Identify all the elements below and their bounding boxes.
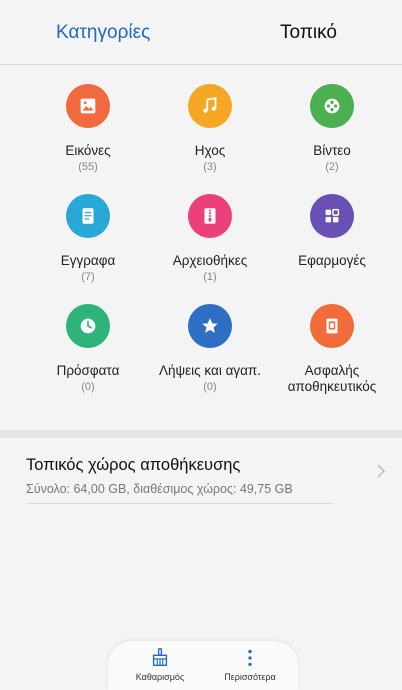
category-images[interactable]: Εικόνες (55) — [21, 84, 155, 174]
category-documents[interactable]: Εγγραφα (7) — [21, 194, 155, 284]
tab-local[interactable]: Τοπικό — [280, 22, 337, 44]
category-label: Βίντεο — [313, 143, 351, 158]
category-apps[interactable]: Εφαρμογές — [265, 194, 399, 270]
category-label: Εικόνες — [65, 143, 111, 158]
archive-icon — [188, 194, 232, 238]
category-count: (7) — [81, 271, 95, 283]
clean-button[interactable]: Καθαρισμός — [120, 647, 200, 682]
clean-label: Καθαρισμός — [135, 672, 185, 682]
category-label: Ασφαλής αποθηκευτικός — [287, 363, 377, 394]
category-count: (1) — [203, 271, 217, 283]
category-count: (2) — [325, 161, 339, 173]
category-downloads-favorites[interactable]: Λήψεις και αγαπ. (0) — [143, 304, 277, 394]
tab-categories[interactable]: Κατηγορίες — [56, 22, 150, 44]
bottom-action-bar: Καθαρισμός Περισσότερα — [108, 641, 298, 690]
category-grid: Εικόνες (55) Ηχος (3) Βίντεο (2) Εγγραφα… — [0, 64, 402, 430]
storage-title: Τοπικός χώρος αποθήκευσης — [26, 456, 241, 474]
more-label: Περισσότερα — [224, 672, 276, 682]
local-storage-row[interactable]: Τοπικός χώρος αποθήκευσης Σύνολο: 64,00 … — [0, 438, 402, 504]
safe-icon — [310, 304, 354, 348]
category-label: Αρχειοθήκες — [172, 253, 248, 268]
category-count: (3) — [203, 161, 217, 173]
broom-icon — [152, 648, 168, 667]
row-divider — [26, 503, 334, 504]
more-button[interactable]: Περισσότερα — [210, 647, 290, 682]
category-label: Πρόσφατα — [56, 363, 120, 378]
category-label: Λήψεις και αγαπ. — [159, 363, 261, 378]
more-vertical-icon — [248, 649, 252, 667]
clock-icon — [66, 304, 110, 348]
category-count: (55) — [78, 161, 98, 173]
category-safe[interactable]: Ασφαλής αποθηκευτικός — [265, 304, 399, 396]
star-icon — [188, 304, 232, 348]
category-label: Ηχος — [194, 143, 226, 158]
storage-detail: Σύνολο: 64,00 GB, διαθέσιμος χώρος: 49,7… — [26, 482, 293, 496]
chevron-right-icon — [377, 464, 386, 478]
tab-bar: Κατηγορίες Τοπικό — [0, 0, 402, 65]
video-icon — [310, 84, 354, 128]
music-icon — [188, 84, 232, 128]
category-count: (0) — [81, 381, 95, 393]
apps-icon — [310, 194, 354, 238]
category-recent[interactable]: Πρόσφατα (0) — [21, 304, 155, 394]
category-video[interactable]: Βίντεο (2) — [265, 84, 399, 174]
section-divider — [0, 430, 402, 438]
category-label: Εφαρμογές — [298, 253, 366, 268]
image-icon — [66, 84, 110, 128]
document-icon — [66, 194, 110, 238]
category-archives[interactable]: Αρχειοθήκες (1) — [143, 194, 277, 284]
category-audio[interactable]: Ηχος (3) — [143, 84, 277, 174]
category-label: Εγγραφα — [60, 253, 116, 268]
category-count: (0) — [203, 381, 217, 393]
